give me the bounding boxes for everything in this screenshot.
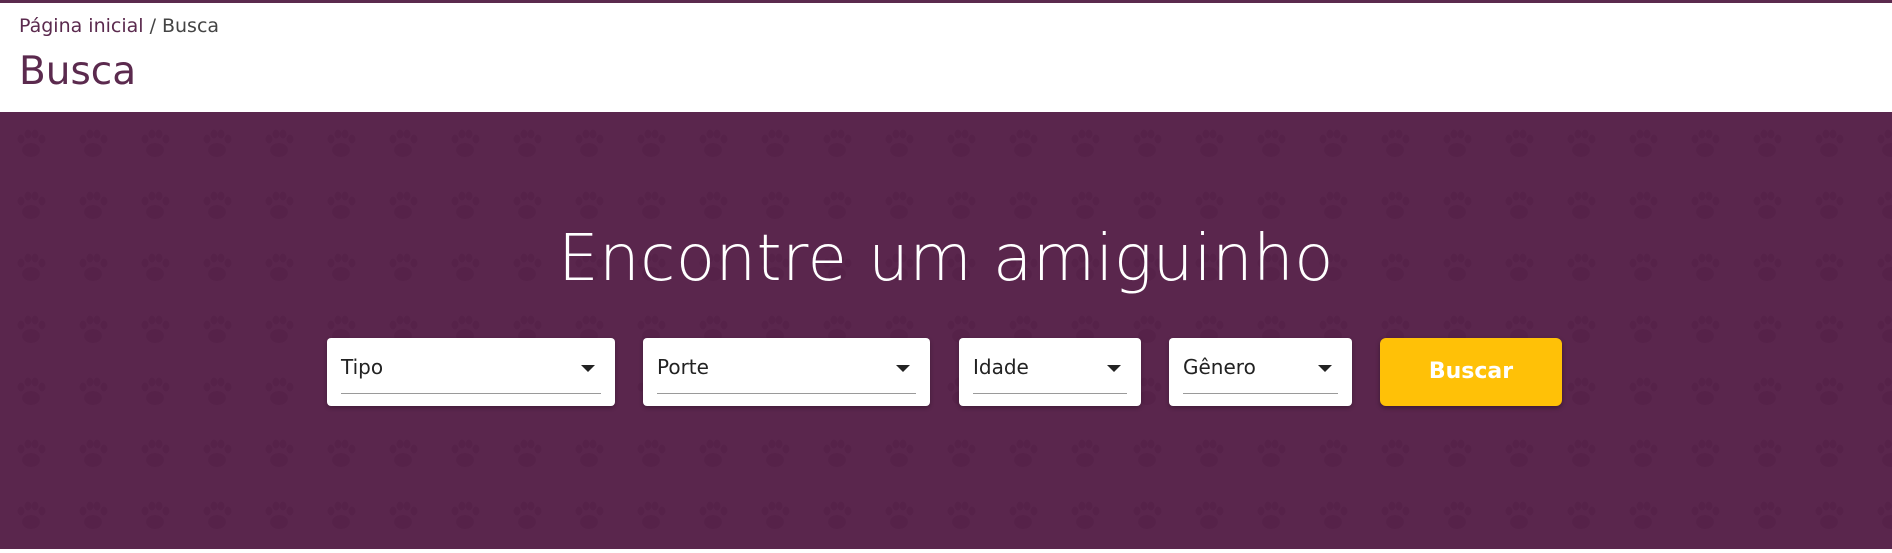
porte-select[interactable]: Porte [643, 338, 930, 406]
genero-select[interactable]: Gênero [1169, 338, 1352, 406]
porte-select-value: Porte [657, 355, 709, 379]
search-hero: Encontre um amiguinho Tipo Porte Idade G… [0, 112, 1892, 549]
paw-print-pattern [0, 112, 1892, 549]
select-underline [341, 393, 601, 394]
caret-down-icon [1318, 365, 1332, 372]
search-button[interactable]: Buscar [1380, 338, 1562, 406]
page-title: Busca [19, 49, 137, 94]
idade-select-value: Idade [973, 355, 1029, 379]
caret-down-icon [896, 365, 910, 372]
breadcrumb: Página inicial / Busca [19, 15, 219, 37]
tipo-select[interactable]: Tipo [327, 338, 615, 406]
breadcrumb-home-link[interactable]: Página inicial [19, 15, 144, 37]
breadcrumb-current: Busca [161, 15, 220, 37]
caret-down-icon [581, 365, 595, 372]
breadcrumb-separator: / [149, 15, 156, 37]
caret-down-icon [1107, 365, 1121, 372]
page-header: Página inicial / Busca Busca [0, 3, 1892, 112]
bottom-divider [0, 549, 1892, 553]
idade-select[interactable]: Idade [959, 338, 1141, 406]
genero-select-value: Gênero [1183, 355, 1256, 379]
tipo-select-value: Tipo [341, 355, 384, 379]
hero-title: Encontre um amiguinho [558, 222, 1334, 296]
select-underline [973, 393, 1127, 394]
select-underline [1183, 393, 1338, 394]
select-underline [657, 393, 916, 394]
